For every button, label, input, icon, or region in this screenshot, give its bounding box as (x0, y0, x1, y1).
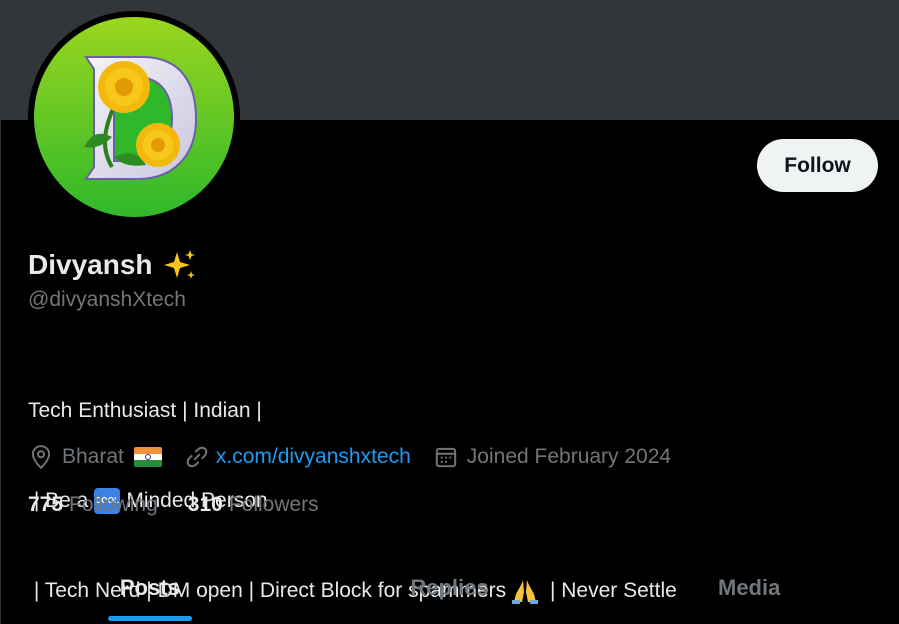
calendar-icon (435, 447, 456, 468)
following-count: 775 (28, 493, 64, 516)
website-link[interactable]: x.com/divyanshxtech (216, 445, 411, 469)
profile-handle: @divyanshXtech (28, 288, 186, 311)
active-tab-indicator (108, 616, 192, 621)
profile-tabs: Posts Replies Media (0, 551, 899, 624)
profile-name-row: Divyansh (28, 247, 197, 283)
follow-button[interactable]: Follow (757, 139, 878, 192)
followers-count: 310 (187, 493, 223, 516)
following-label: Following (69, 493, 158, 516)
profile-stats: 775 Following 310 Followers (28, 490, 319, 520)
followers-label: Followers (228, 493, 319, 516)
website-item[interactable]: x.com/divyanshxtech (184, 444, 411, 470)
bio-text: Tech Enthusiast | Indian | (28, 399, 262, 422)
profile-name: Divyansh (28, 249, 153, 280)
sparkles-icon (163, 250, 195, 279)
avatar-image (34, 17, 234, 217)
joined-item: Joined February 2024 (433, 444, 671, 470)
tab-posts[interactable]: Posts (0, 551, 300, 624)
tab-media[interactable]: Media (599, 551, 899, 624)
joined-text: Joined February 2024 (466, 445, 672, 468)
india-flag-icon (133, 447, 162, 467)
tab-replies[interactable]: Replies (300, 551, 600, 624)
following-stat[interactable]: 775 Following (28, 493, 158, 517)
profile-meta: Bharat x.com/divyanshxtech Joined Februa… (28, 440, 671, 474)
link-icon (186, 446, 208, 468)
location-text: Bharat (62, 445, 124, 468)
location-item: Bharat (28, 444, 162, 470)
bio-line-1: Tech Enthusiast | Indian | (28, 396, 677, 426)
avatar[interactable] (34, 17, 234, 217)
location-pin-icon (31, 445, 51, 470)
followers-stat[interactable]: 310 Followers (188, 493, 319, 517)
